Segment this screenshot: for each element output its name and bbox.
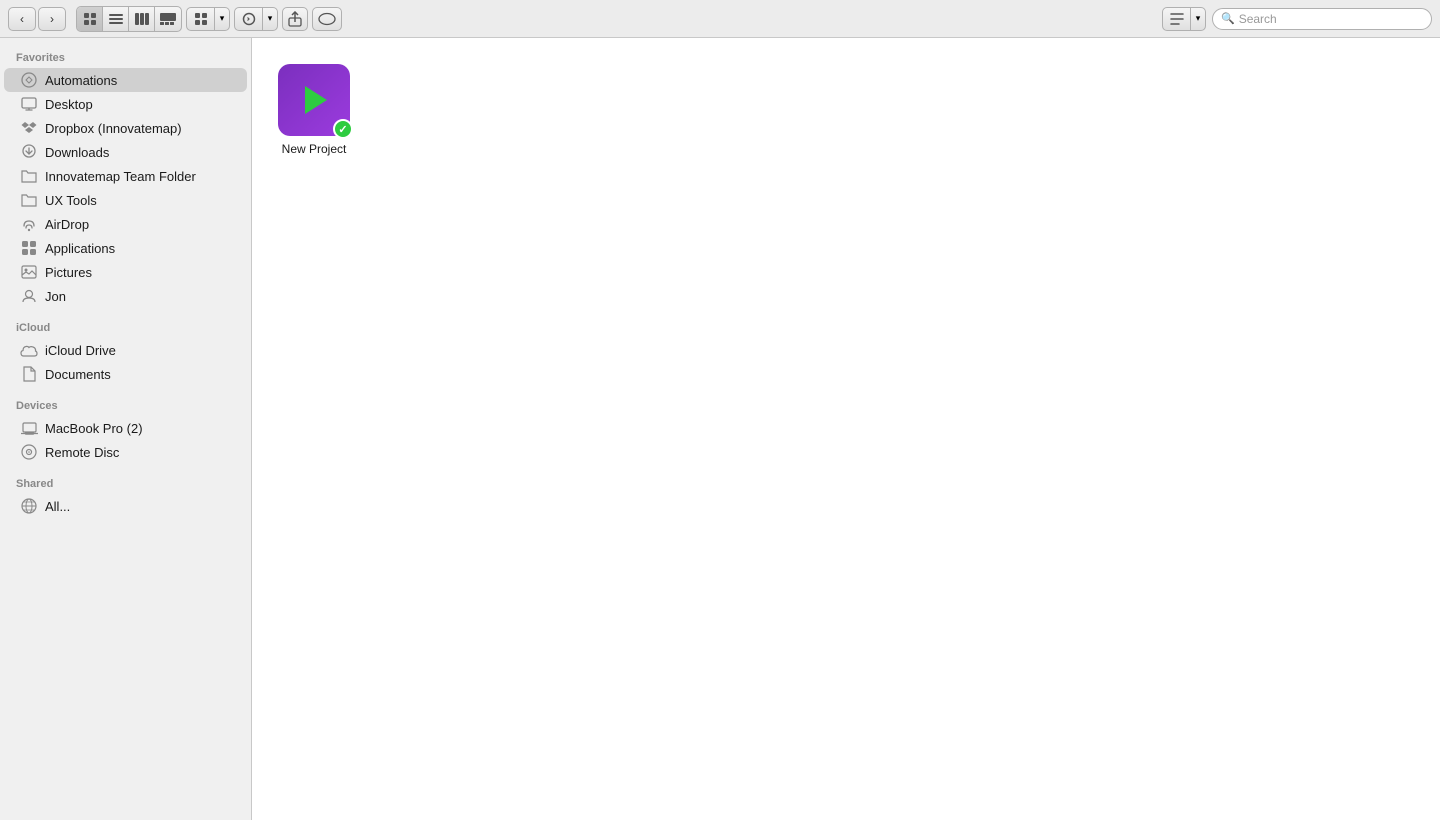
- column-view-button[interactable]: [129, 7, 155, 31]
- sidebar-label-innovatemap: Innovatemap Team Folder: [45, 169, 196, 184]
- pictures-icon: [20, 263, 38, 281]
- applications-icon: [20, 239, 38, 257]
- sidebar-item-applications[interactable]: Applications: [4, 236, 247, 260]
- file-name-label: New Project: [282, 142, 347, 156]
- shared-all-icon: [20, 497, 38, 515]
- sidebar-item-airdrop[interactable]: AirDrop: [4, 212, 247, 236]
- main-container: Favorites Automations Desktop: [0, 38, 1440, 820]
- action-button[interactable]: ▾: [234, 7, 278, 31]
- sidebar-label-pictures: Pictures: [45, 265, 92, 280]
- downloads-icon: [20, 143, 38, 161]
- sidebar-label-airdrop: AirDrop: [45, 217, 89, 232]
- sidebar-item-downloads[interactable]: Downloads: [4, 140, 247, 164]
- dropmenu-button[interactable]: ▾: [1162, 7, 1206, 31]
- action-dropdown-arrow: ▾: [263, 8, 277, 30]
- sidebar-label-remote-disc: Remote Disc: [45, 445, 119, 460]
- sidebar-item-jon[interactable]: Jon: [4, 284, 247, 308]
- sidebar-item-pictures[interactable]: Pictures: [4, 260, 247, 284]
- airdrop-icon: [20, 215, 38, 233]
- nav-buttons: ‹ ›: [8, 7, 66, 31]
- remote-disc-icon: [20, 443, 38, 461]
- jon-icon: [20, 287, 38, 305]
- icon-view-button[interactable]: [77, 7, 103, 31]
- share-button[interactable]: [282, 7, 308, 31]
- sidebar-label-jon: Jon: [45, 289, 66, 304]
- toolbar-right: ▾ 🔍 Search: [1162, 7, 1432, 31]
- desktop-icon: [20, 95, 38, 113]
- search-placeholder: Search: [1239, 12, 1277, 26]
- sidebar-item-automations[interactable]: Automations: [4, 68, 247, 92]
- toolbar: ‹ ›: [0, 0, 1440, 38]
- sidebar-item-remote-disc[interactable]: Remote Disc: [4, 440, 247, 464]
- arrange-button[interactable]: ▾: [186, 7, 230, 31]
- icloud-header: iCloud: [0, 316, 251, 338]
- sidebar-label-dropbox: Dropbox (Innovatemap): [45, 121, 182, 136]
- sidebar-label-documents: Documents: [45, 367, 111, 382]
- arrange-dropdown-arrow: ▾: [215, 8, 229, 30]
- sidebar-label-all: All...: [45, 499, 70, 514]
- sidebar-item-desktop[interactable]: Desktop: [4, 92, 247, 116]
- sidebar-label-icloud-drive: iCloud Drive: [45, 343, 116, 358]
- sidebar-item-icloud-drive[interactable]: iCloud Drive: [4, 338, 247, 362]
- sidebar-item-macbook-pro[interactable]: MacBook Pro (2): [4, 416, 247, 440]
- sidebar-item-dropbox[interactable]: Dropbox (Innovatemap): [4, 116, 247, 140]
- automations-icon: [20, 71, 38, 89]
- file-new-project[interactable]: ✓ New Project: [272, 58, 356, 162]
- sidebar-item-innovatemap-team[interactable]: Innovatemap Team Folder: [4, 164, 247, 188]
- gallery-view-button[interactable]: [155, 7, 181, 31]
- back-button[interactable]: ‹: [8, 7, 36, 31]
- sidebar-item-all[interactable]: All...: [4, 494, 247, 518]
- sidebar-item-ux-tools[interactable]: UX Tools: [4, 188, 247, 212]
- icloud-drive-icon: [20, 341, 38, 359]
- macbook-icon: [20, 419, 38, 437]
- ux-tools-folder-icon: [20, 191, 38, 209]
- dropbox-icon: [20, 119, 38, 137]
- sidebar-item-documents[interactable]: Documents: [4, 362, 247, 386]
- search-icon: 🔍: [1221, 12, 1235, 25]
- list-view-button[interactable]: [103, 7, 129, 31]
- shared-header: Shared: [0, 472, 251, 494]
- innovatemap-folder-icon: [20, 167, 38, 185]
- sidebar-label-macbook-pro: MacBook Pro (2): [45, 421, 143, 436]
- tag-button[interactable]: [312, 7, 342, 31]
- sidebar-label-automations: Automations: [45, 73, 117, 88]
- forward-button[interactable]: ›: [38, 7, 66, 31]
- content-area: ✓ New Project: [252, 38, 1440, 820]
- view-controls: [76, 6, 182, 32]
- devices-header: Devices: [0, 394, 251, 416]
- documents-icon: [20, 365, 38, 383]
- sidebar-label-downloads: Downloads: [45, 145, 109, 160]
- sidebar-label-ux-tools: UX Tools: [45, 193, 97, 208]
- favorites-header: Favorites: [0, 46, 251, 68]
- checkmark-badge: ✓: [333, 119, 353, 139]
- sidebar-label-desktop: Desktop: [45, 97, 93, 112]
- new-project-icon: ✓: [278, 64, 350, 136]
- sidebar: Favorites Automations Desktop: [0, 38, 252, 820]
- sidebar-label-applications: Applications: [45, 241, 115, 256]
- search-box[interactable]: 🔍 Search: [1212, 8, 1432, 30]
- play-icon: [305, 86, 327, 114]
